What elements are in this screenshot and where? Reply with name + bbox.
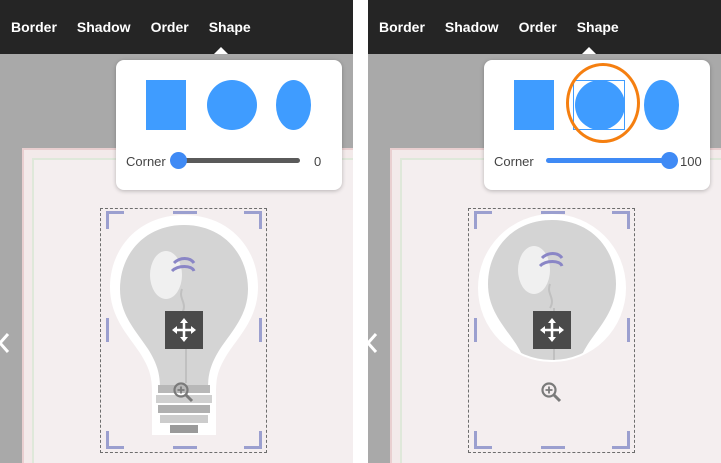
corner-label: Corner bbox=[494, 154, 534, 169]
editor-panel-before: Border Shadow Order Shape Corner 0 bbox=[0, 0, 353, 463]
toolbar-border[interactable]: Border bbox=[11, 19, 57, 35]
highlight-ring bbox=[566, 63, 640, 143]
chevron-left-icon[interactable] bbox=[0, 331, 12, 355]
resize-handle-bl[interactable] bbox=[474, 446, 492, 449]
corner-slider-track[interactable] bbox=[178, 158, 300, 163]
shape-ellipse-option[interactable] bbox=[644, 80, 679, 130]
popover-caret bbox=[214, 47, 228, 54]
toolbar-shape[interactable]: Shape bbox=[577, 19, 619, 35]
toolbar-shape[interactable]: Shape bbox=[209, 19, 251, 35]
move-handle[interactable] bbox=[533, 311, 571, 349]
corner-value: 100 bbox=[680, 154, 702, 169]
toolbar-border[interactable]: Border bbox=[379, 19, 425, 35]
resize-handle-tl-v[interactable] bbox=[106, 211, 109, 229]
resize-handle-top[interactable] bbox=[173, 211, 197, 214]
toolbar-order[interactable]: Order bbox=[151, 19, 189, 35]
corner-slider-thumb[interactable] bbox=[170, 152, 187, 169]
corner-value: 0 bbox=[314, 154, 322, 169]
shape-popover: Corner 100 bbox=[484, 60, 710, 190]
resize-handle-tl-v[interactable] bbox=[474, 211, 477, 229]
shape-popover: Corner 0 bbox=[116, 60, 342, 190]
resize-handle-br[interactable] bbox=[612, 446, 630, 449]
resize-handle-right[interactable] bbox=[627, 318, 630, 342]
resize-handle-tr-v[interactable] bbox=[627, 211, 630, 229]
corner-label: Corner bbox=[126, 154, 166, 169]
zoom-in-icon[interactable] bbox=[540, 381, 562, 403]
resize-handle-left[interactable] bbox=[474, 318, 477, 342]
corner-slider-track[interactable] bbox=[546, 158, 668, 163]
shape-square-option[interactable] bbox=[514, 80, 554, 130]
resize-handle-br[interactable] bbox=[244, 446, 262, 449]
corner-slider-thumb[interactable] bbox=[661, 152, 678, 169]
toolbar: Border Shadow Order Shape bbox=[0, 0, 353, 54]
zoom-in-icon[interactable] bbox=[172, 381, 194, 403]
shape-ellipse-option[interactable] bbox=[276, 80, 311, 130]
shape-square-option[interactable] bbox=[146, 80, 186, 130]
resize-handle-bottom[interactable] bbox=[541, 446, 565, 449]
resize-handle-right[interactable] bbox=[259, 318, 262, 342]
toolbar-shadow[interactable]: Shadow bbox=[445, 19, 499, 35]
move-icon bbox=[172, 318, 196, 342]
editor-panel-after: Border Shadow Order Shape Corner 100 bbox=[368, 0, 721, 463]
popover-caret bbox=[582, 47, 596, 54]
resize-handle-bottom[interactable] bbox=[173, 446, 197, 449]
resize-handle-tr-v[interactable] bbox=[259, 211, 262, 229]
resize-handle-left[interactable] bbox=[106, 318, 109, 342]
shape-circle-option[interactable] bbox=[207, 80, 257, 130]
move-handle[interactable] bbox=[165, 311, 203, 349]
toolbar-order[interactable]: Order bbox=[519, 19, 557, 35]
toolbar: Border Shadow Order Shape bbox=[368, 0, 721, 54]
move-icon bbox=[540, 318, 564, 342]
chevron-left-icon[interactable] bbox=[368, 331, 380, 355]
resize-handle-top[interactable] bbox=[541, 211, 565, 214]
resize-handle-bl[interactable] bbox=[106, 446, 124, 449]
toolbar-shadow[interactable]: Shadow bbox=[77, 19, 131, 35]
